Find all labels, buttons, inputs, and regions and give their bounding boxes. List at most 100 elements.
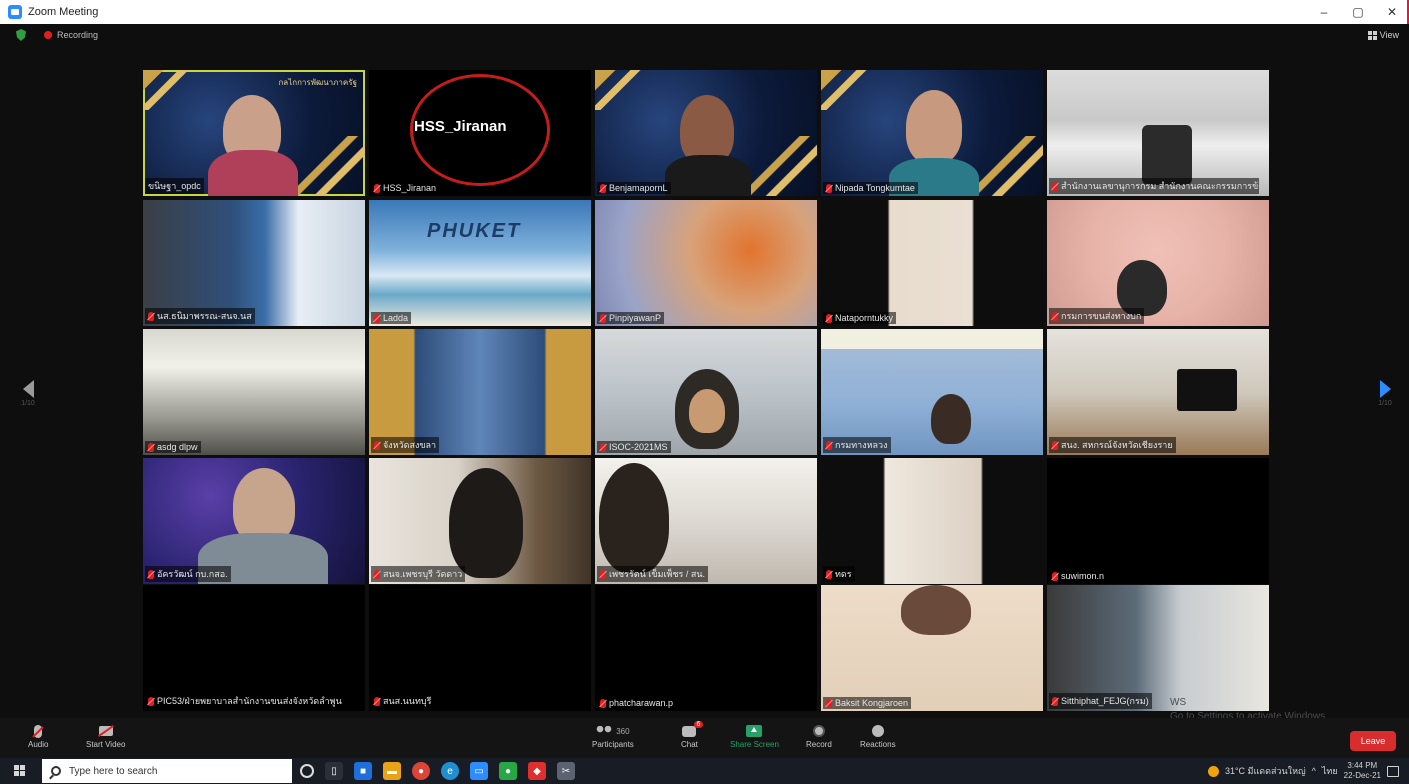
participant-name-tag: สำนักงานเลขานุการกรม สำนักงานคณะกรรมการข…: [1049, 178, 1259, 194]
participant-name: กรมการขนส่งทางบก: [1061, 311, 1142, 321]
chat-label: Chat: [681, 740, 698, 749]
maximize-button[interactable]: ▢: [1341, 0, 1375, 24]
arrow-right-icon: [1379, 380, 1391, 398]
video-tile[interactable]: เพชรรัตน์ เข็มเพ็ชร / สน.: [595, 458, 817, 584]
participant-name: ทดร: [835, 569, 852, 579]
video-tile[interactable]: Nipada Tongkumtae: [821, 70, 1043, 196]
mic-muted-icon: [374, 183, 380, 193]
participants-button[interactable]: 360 Participants: [592, 722, 634, 749]
video-tile[interactable]: PinpiyawanP: [595, 200, 817, 326]
video-tile[interactable]: Nataporntukky: [821, 200, 1043, 326]
mic-muted-icon: [1052, 311, 1058, 321]
clock-date: 22-Dec-21: [1343, 771, 1381, 780]
window-title: Zoom Meeting: [28, 6, 99, 18]
video-tile[interactable]: phatcharawan.p: [595, 585, 817, 711]
mic-muted-icon: [826, 183, 832, 193]
reactions-button[interactable]: Reactions: [860, 722, 896, 749]
task-view-icon[interactable]: ▯: [325, 762, 343, 780]
start-video-button[interactable]: Start Video: [86, 722, 125, 749]
participant-name: สนจ.เพชรบุรี วัดดาว: [383, 569, 463, 579]
audio-label: Audio: [28, 740, 49, 749]
mic-muted-icon: [148, 569, 154, 579]
window-controls: – ▢ ✕: [1307, 0, 1409, 24]
video-tile[interactable]: กลไกการพัฒนาภาครัฐ ขนิษฐา_opdc: [143, 70, 365, 196]
windows-start-icon[interactable]: [14, 765, 26, 777]
participant-name: สนส.นนทบุรี: [383, 696, 432, 706]
video-tile[interactable]: suwimon.n: [1047, 458, 1269, 584]
file-explorer-icon[interactable]: ▬: [383, 762, 401, 780]
participant-name: จังหวัดสงขลา: [383, 440, 437, 450]
video-tile[interactable]: PIC53/ฝ่ายพยาบาลสำนักงานขนส่งจังหวัดลำพู…: [143, 585, 365, 711]
video-tile[interactable]: กรมการขนส่งทางบก: [1047, 200, 1269, 326]
search-placeholder: Type here to search: [69, 765, 158, 777]
mic-muted-icon: [1052, 440, 1058, 450]
participant-name-tag: Ladda: [371, 312, 412, 324]
video-tile[interactable]: อัครวัฒน์ กบ.กสอ.: [143, 458, 365, 584]
pdf-reader-icon[interactable]: ◆: [528, 762, 546, 780]
video-tile[interactable]: สนง. สหกรณ์จังหวัดเชียงราย: [1047, 329, 1269, 455]
participant-name-tag: กรมทางหลวง: [823, 437, 891, 453]
previous-page-button[interactable]: 1/10: [20, 380, 36, 407]
participant-clothing: [665, 155, 751, 196]
video-tile[interactable]: กรมทางหลวง: [821, 329, 1043, 455]
zoom-taskbar-icon[interactable]: ▭: [470, 762, 488, 780]
app-icon[interactable]: ■: [354, 762, 372, 780]
meeting-top-strip: Recording View: [0, 24, 1409, 46]
chat-button[interactable]: 6 Chat: [681, 720, 704, 749]
video-off-icon: [98, 726, 113, 736]
participant-name: PinpiyawanP: [609, 313, 662, 323]
view-button[interactable]: View: [1367, 30, 1399, 40]
close-button[interactable]: ✕: [1375, 0, 1409, 24]
minimize-button[interactable]: –: [1307, 0, 1341, 24]
mic-muted-icon: [374, 569, 380, 579]
notification-center-icon[interactable]: [1387, 765, 1399, 777]
video-tile[interactable]: สนส.นนทบุรี: [369, 585, 591, 711]
participant-name: อัครวัฒน์ กบ.กสอ.: [157, 569, 228, 579]
video-tile[interactable]: PHUKET Ladda: [369, 200, 591, 326]
security-shield-icon[interactable]: [16, 29, 26, 41]
reactions-label: Reactions: [860, 740, 896, 749]
video-tile[interactable]: Sitthiphat_FEJG(กรม): [1047, 585, 1269, 711]
grid-view-icon: [1367, 30, 1377, 40]
record-button[interactable]: Record: [806, 722, 832, 749]
video-tile[interactable]: asdg dlpw: [143, 329, 365, 455]
share-screen-button[interactable]: Share Screen: [730, 722, 779, 749]
participant-name: suwimon.n: [1061, 571, 1105, 581]
video-tile[interactable]: ทดร: [821, 458, 1043, 584]
participant-video: [599, 463, 669, 573]
video-tile[interactable]: สำนักงานเลขานุการกรม สำนักงานคณะกรรมการข…: [1047, 70, 1269, 196]
taskbar-search-box[interactable]: Type here to search: [42, 759, 292, 783]
participant-name-tag: ISOC-2021MS: [597, 441, 671, 453]
edge-icon[interactable]: e: [441, 762, 459, 780]
participant-name-tag: HSS_Jiranan: [371, 182, 440, 194]
zoom-window: Zoom Meeting – ▢ ✕ Recording View 1/10 1…: [0, 0, 1409, 784]
audio-button[interactable]: Audio: [28, 722, 48, 749]
video-tile[interactable]: ISOC-2021MS: [595, 329, 817, 455]
lang-indicator[interactable]: ไทย: [1322, 764, 1338, 778]
tray-chevron-icon[interactable]: ^: [1312, 766, 1316, 776]
video-tile[interactable]: Baksit Kongjaroen: [821, 585, 1043, 711]
leave-button[interactable]: Leave: [1350, 731, 1396, 751]
chrome-icon[interactable]: ●: [412, 762, 430, 780]
video-tile[interactable]: BenjamapornL: [595, 70, 817, 196]
video-tile[interactable]: สนจ.เพชรบุรี วัดดาว: [369, 458, 591, 584]
participant-name: Sitthiphat_FEJG(กรม): [1061, 696, 1149, 706]
system-tray: 31°C มีแดดส่วนใหญ่ ^ ไทย 3:44 PM 22-Dec-…: [1207, 758, 1399, 784]
video-tile[interactable]: HSS_Jiranan HSS_Jiranan: [369, 70, 591, 196]
video-tile[interactable]: จังหวัดสงขลา: [369, 329, 591, 455]
mic-muted-icon: [374, 313, 380, 323]
participant-name-tag: ขนิษฐา_opdc: [145, 178, 204, 194]
line-icon[interactable]: ●: [499, 762, 517, 780]
system-clock[interactable]: 3:44 PM 22-Dec-21: [1344, 761, 1381, 781]
participant-name-tag: จังหวัดสงขลา: [371, 437, 440, 453]
next-page-button[interactable]: 1/10: [1377, 380, 1393, 407]
participant-name-tag: Nataporntukky: [823, 312, 897, 324]
participant-name-tag: PIC53/ฝ่ายพยาบาลสำนักงานขนส่งจังหวัดลำพู…: [145, 693, 345, 709]
participant-face: [689, 389, 725, 433]
weather-text[interactable]: 31°C มีแดดส่วนใหญ่: [1225, 764, 1306, 778]
cortana-icon[interactable]: [300, 764, 314, 778]
snipping-tool-icon[interactable]: ✂: [557, 762, 575, 780]
mic-muted-icon: [826, 313, 832, 323]
video-tile[interactable]: นส.ธนิมาพรรณ-สนจ.นส: [143, 200, 365, 326]
participant-name: กรมทางหลวง: [835, 440, 888, 450]
